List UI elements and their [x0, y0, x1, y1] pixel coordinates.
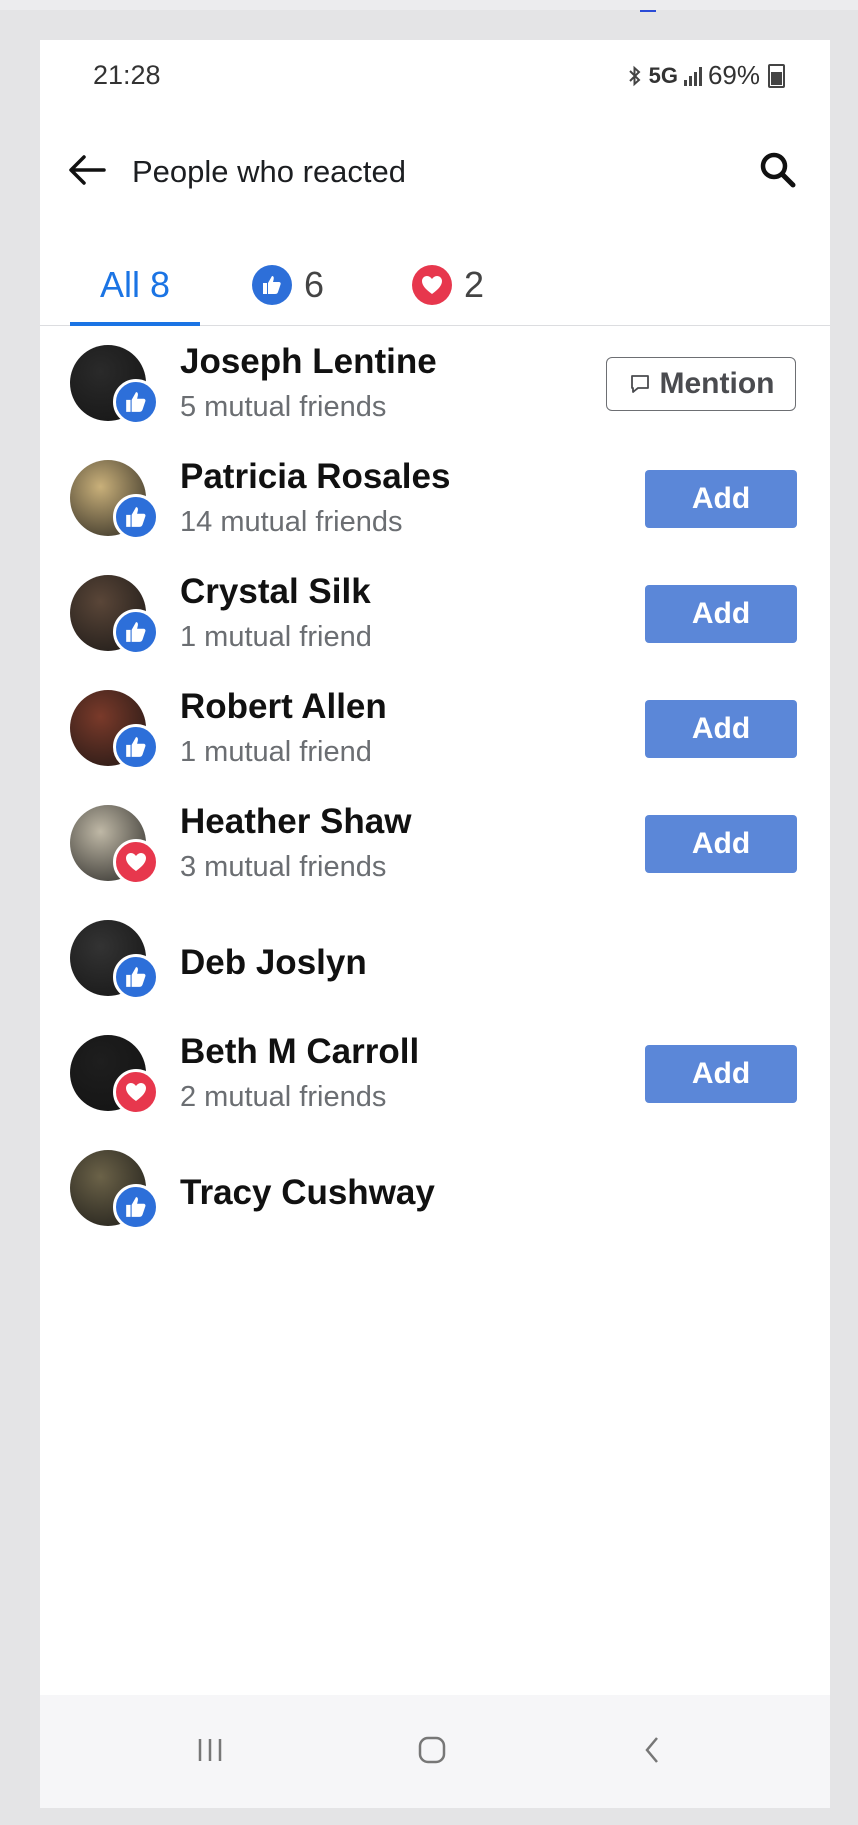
back-button[interactable]: [58, 142, 114, 198]
mutual-friends: 1 mutual friend: [180, 736, 372, 768]
status-time: 21:28: [93, 60, 161, 90]
recents-icon: [198, 1739, 222, 1761]
person-row[interactable]: Heather Shaw 3 mutual friends Add: [40, 795, 830, 910]
person-name[interactable]: Joseph Lentine: [180, 342, 437, 382]
top-link-fragment: [640, 0, 656, 12]
system-nav-bar: [40, 1695, 830, 1808]
search-button[interactable]: [750, 142, 806, 198]
home-icon: [418, 1736, 446, 1764]
heart-icon: [113, 839, 159, 885]
mention-button[interactable]: Mention: [606, 357, 796, 411]
mutual-friends: 14 mutual friends: [180, 506, 403, 538]
network-type: 5G: [648, 62, 678, 88]
thumbs-up-icon: [113, 954, 159, 1000]
person-row[interactable]: Joseph Lentine 5 mutual friends Mention: [40, 335, 830, 450]
signal-icon: [683, 66, 702, 86]
page-top-strip: [0, 0, 858, 10]
person-name[interactable]: Patricia Rosales: [180, 457, 450, 497]
phone-screen: 21:28 5G 69% People who reacted All 8 6 …: [40, 40, 830, 1808]
mutual-friends: 5 mutual friends: [180, 391, 387, 423]
person-name[interactable]: Beth M Carroll: [180, 1032, 419, 1072]
arrow-left-icon: [69, 155, 106, 185]
add-friend-button[interactable]: Add: [645, 470, 797, 528]
status-bar: 21:28 5G 69%: [40, 40, 830, 110]
battery-icon: [768, 63, 785, 88]
tab-all-label: All 8: [99, 264, 171, 305]
person-name[interactable]: Crystal Silk: [180, 572, 371, 612]
tab-like[interactable]: 6: [252, 245, 324, 325]
mention-label: Mention: [659, 367, 775, 400]
person-row[interactable]: Robert Allen 1 mutual friend Add: [40, 680, 830, 795]
chevron-left-icon: [645, 1737, 658, 1763]
people-list: Joseph Lentine 5 mutual friends Mention Pat…: [40, 335, 830, 1255]
person-name[interactable]: Tracy Cushway: [180, 1173, 435, 1213]
app-header: People who reacted: [40, 120, 830, 230]
status-indicators: 5G 69%: [627, 60, 785, 91]
tab-love[interactable]: 2: [412, 245, 484, 325]
person-row[interactable]: Tracy Cushway: [40, 1140, 830, 1255]
thumbs-up-icon: [113, 494, 159, 540]
add-friend-button[interactable]: Add: [645, 1045, 797, 1103]
tab-all[interactable]: All 8: [70, 245, 200, 326]
thumbs-up-icon: [113, 724, 159, 770]
mutual-friends: 1 mutual friend: [180, 621, 372, 653]
mutual-friends: 3 mutual friends: [180, 851, 387, 883]
person-name[interactable]: Heather Shaw: [180, 802, 411, 842]
heart-icon: [412, 265, 452, 305]
search-icon: [760, 152, 796, 188]
thumbs-up-icon: [113, 1184, 159, 1230]
thumbs-up-icon: [252, 265, 292, 305]
person-name[interactable]: Robert Allen: [180, 687, 387, 727]
recents-button[interactable]: [180, 1725, 240, 1775]
add-friend-button[interactable]: Add: [645, 815, 797, 873]
thumbs-up-icon: [113, 379, 159, 425]
bluetooth-icon: [628, 65, 641, 86]
add-friend-button[interactable]: Add: [645, 585, 797, 643]
speech-bubble-icon: [628, 372, 652, 396]
person-row[interactable]: Patricia Rosales 14 mutual friends Add: [40, 450, 830, 565]
person-row[interactable]: Beth M Carroll 2 mutual friends Add: [40, 1025, 830, 1140]
person-name[interactable]: Deb Joslyn: [180, 943, 367, 983]
system-back-button[interactable]: [622, 1725, 682, 1775]
person-row[interactable]: Crystal Silk 1 mutual friend Add: [40, 565, 830, 680]
heart-icon: [113, 1069, 159, 1115]
thumbs-up-icon: [113, 609, 159, 655]
tab-love-count: 2: [464, 264, 485, 305]
battery-percent: 69%: [707, 60, 760, 90]
reaction-tabs: All 8 6 2: [40, 245, 830, 326]
tab-like-count: 6: [304, 264, 325, 305]
page-title: People who reacted: [132, 154, 407, 189]
mutual-friends: 2 mutual friends: [180, 1081, 387, 1113]
person-row[interactable]: Deb Joslyn: [40, 910, 830, 1025]
home-button[interactable]: [402, 1725, 462, 1775]
add-friend-button[interactable]: Add: [645, 700, 797, 758]
